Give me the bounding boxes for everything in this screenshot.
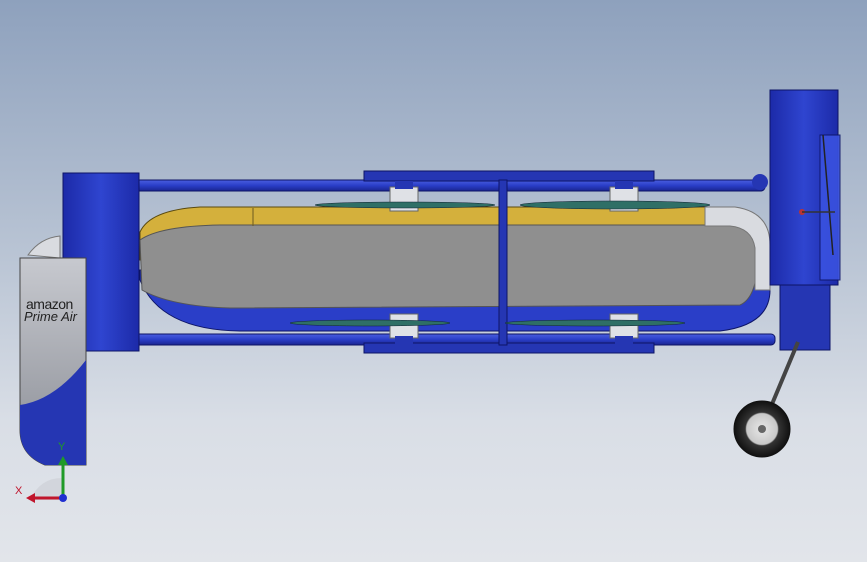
propeller-top-1: [314, 201, 496, 209]
propeller-bottom-1: [289, 319, 451, 327]
brand-line-2: Prime Air: [24, 309, 77, 324]
propeller-top-2: [519, 200, 711, 210]
x-axis-label: X: [15, 485, 23, 497]
propeller-bottom-2: [504, 319, 686, 327]
top-bracket: [363, 170, 655, 182]
bottom-bracket: [363, 342, 655, 354]
cad-viewport[interactable]: amazon Prime Air X Y: [0, 0, 867, 562]
drone-model[interactable]: [0, 0, 867, 562]
fuselage-body: [139, 224, 759, 309]
y-axis-label: Y: [58, 441, 66, 453]
upper-rail: [134, 179, 766, 192]
center-strut: [498, 179, 508, 346]
